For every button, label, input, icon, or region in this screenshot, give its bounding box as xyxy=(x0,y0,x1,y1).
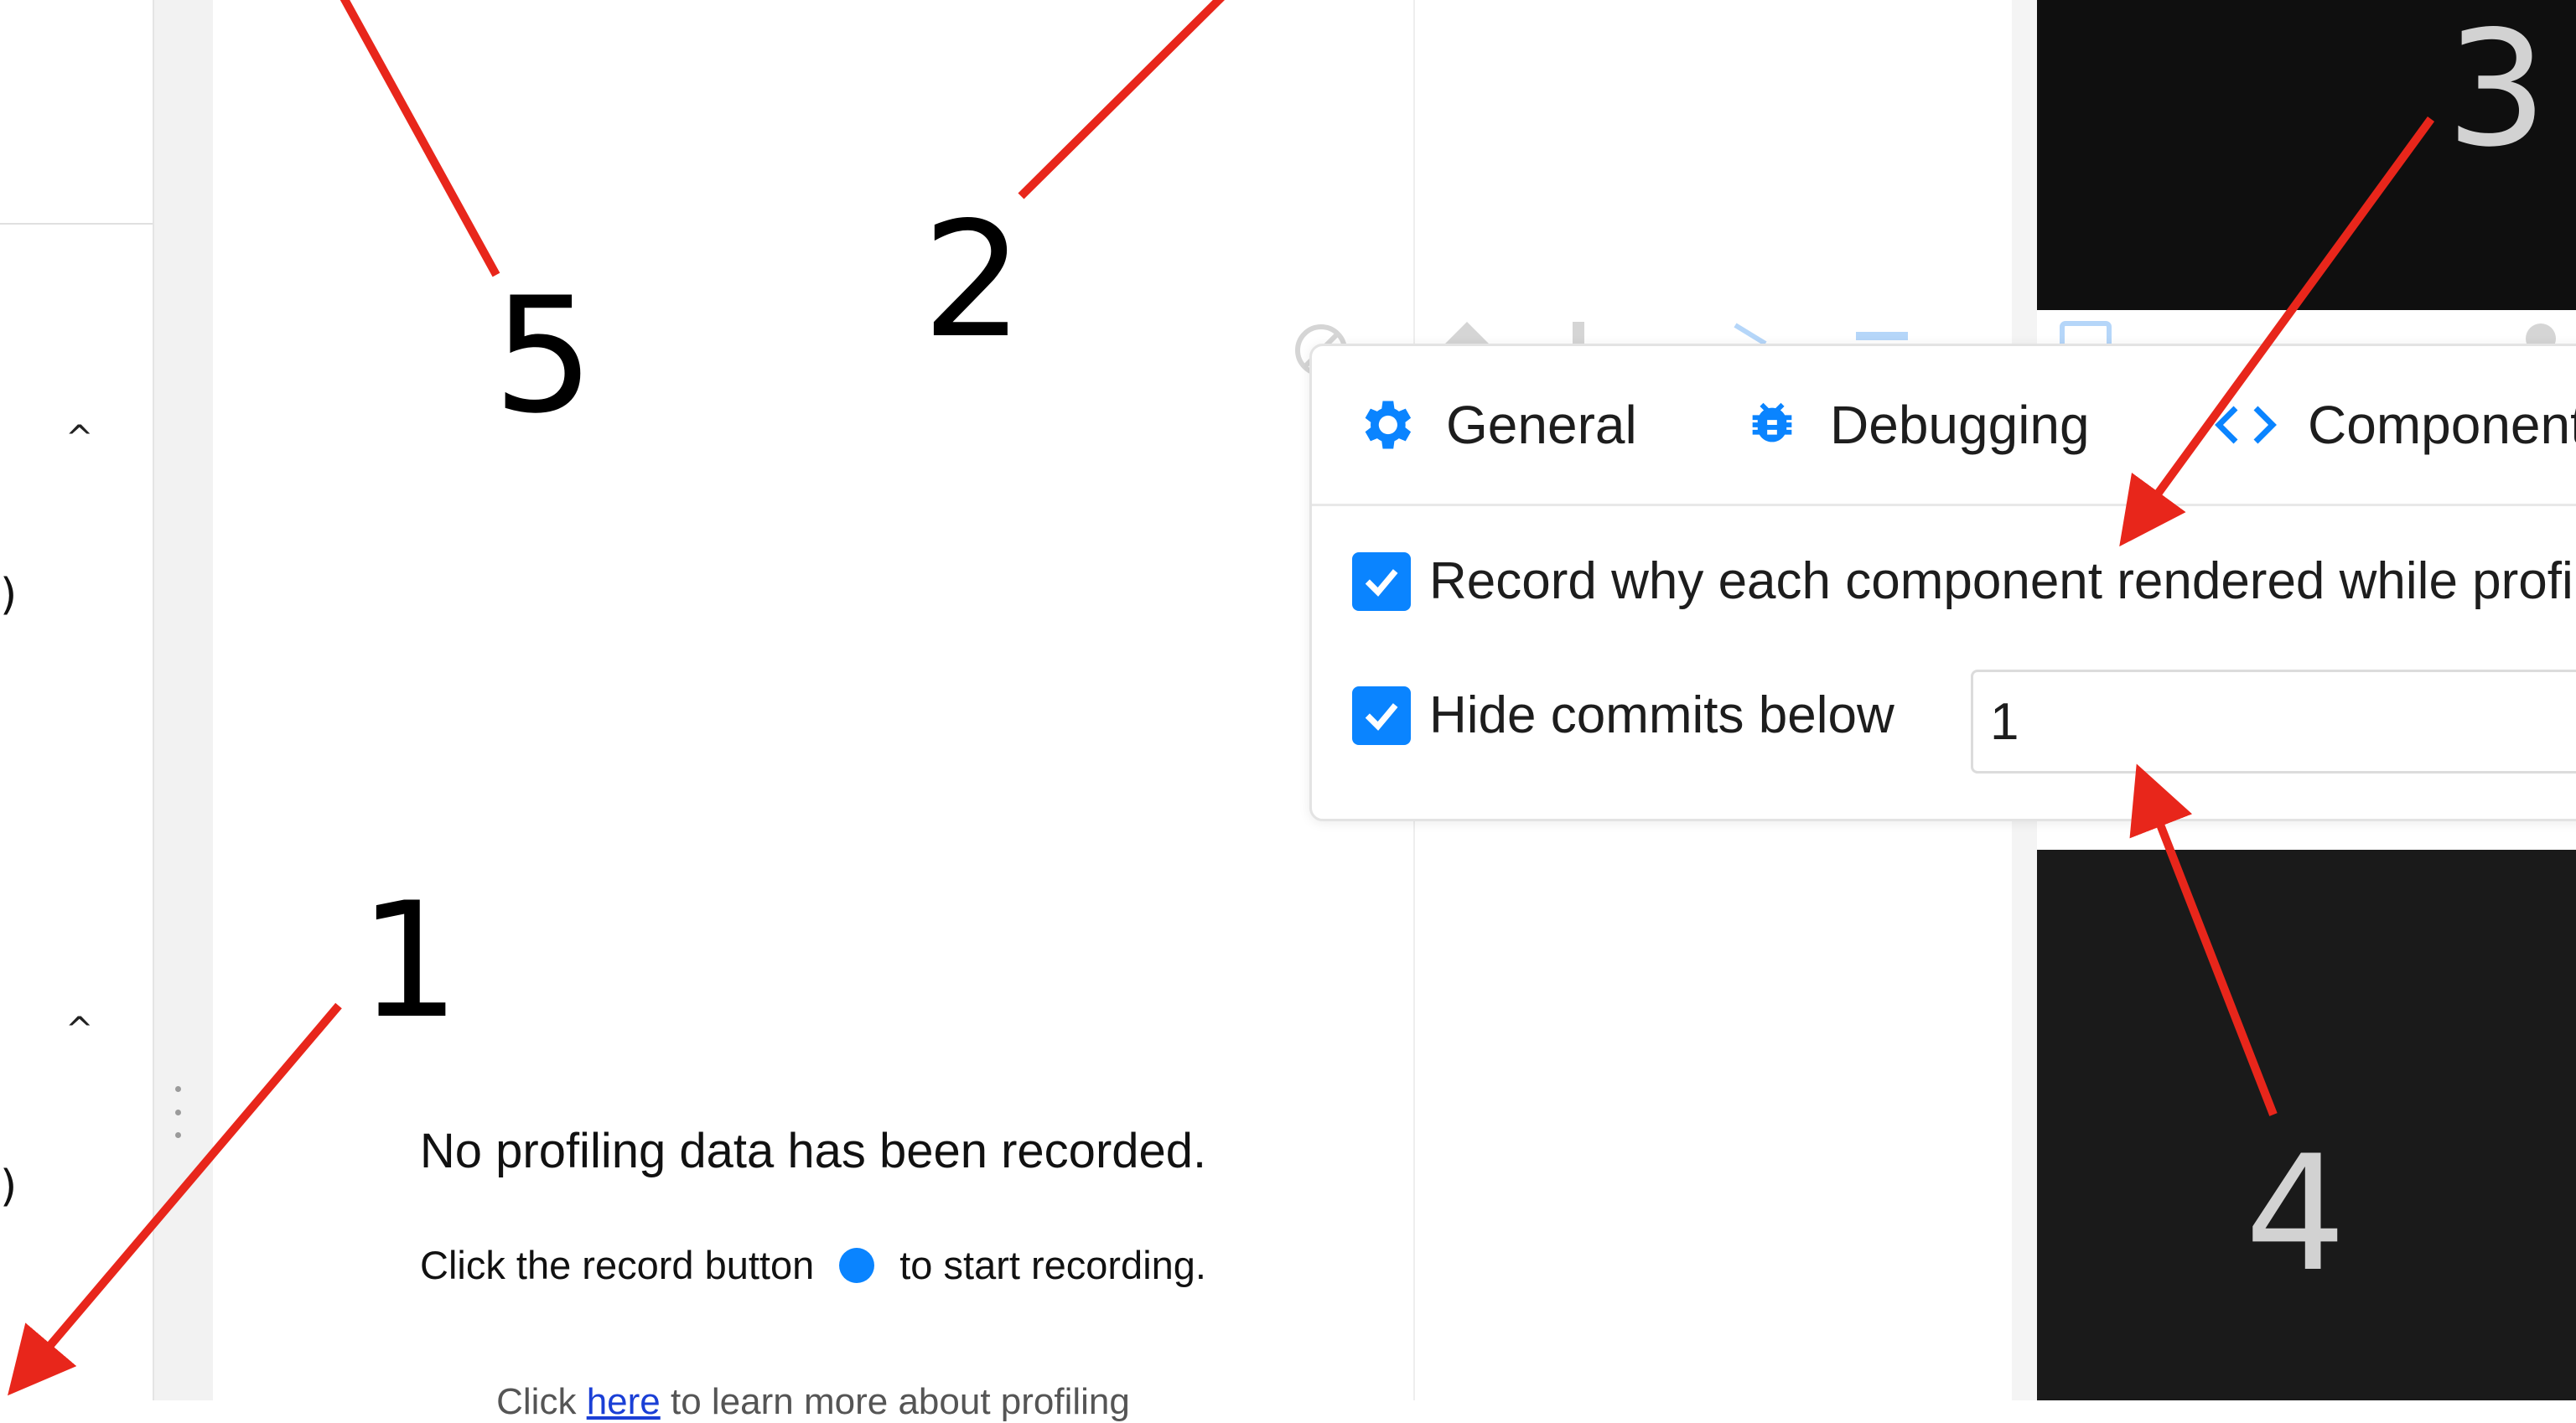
annotation-arrow-1 xyxy=(8,1002,342,1396)
annotation-number-4: 4 xyxy=(2245,1121,2346,1307)
annotation-arrow-5 xyxy=(339,0,500,277)
annotation-number-3: 3 xyxy=(2446,0,2547,182)
annotation-arrow-4 xyxy=(2129,763,2278,1116)
annotation-number-2: 2 xyxy=(922,188,1024,373)
annotation-number-1: 1 xyxy=(359,868,460,1053)
annotation-arrow-3 xyxy=(2119,116,2435,547)
annotation-arrow-2 xyxy=(1018,0,1226,199)
annotation-overlay xyxy=(8,0,2435,1396)
annotation-number-5: 5 xyxy=(493,263,594,448)
